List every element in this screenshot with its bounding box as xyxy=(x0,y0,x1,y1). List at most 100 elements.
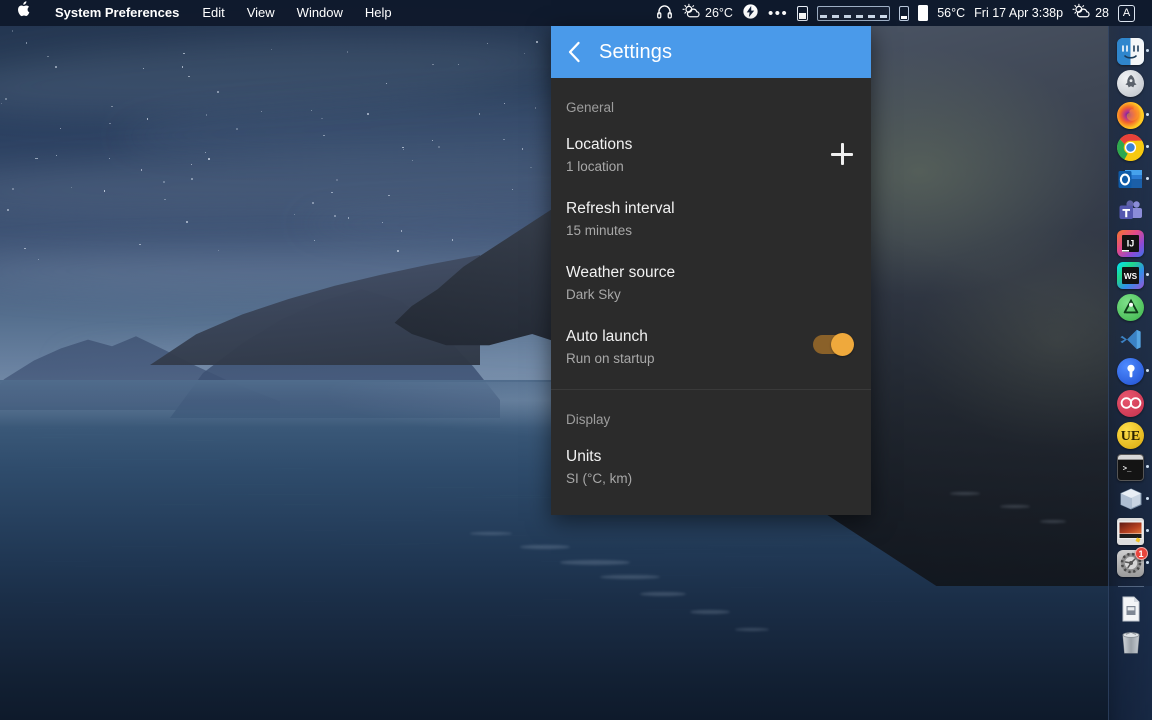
dock-item-virtualbox[interactable] xyxy=(1113,484,1149,514)
dock-item-trash[interactable] xyxy=(1113,626,1149,656)
ripple xyxy=(170,440,231,441)
star xyxy=(185,220,188,223)
ripple xyxy=(420,682,476,683)
star xyxy=(438,146,440,148)
apple-menu-icon[interactable] xyxy=(0,0,43,26)
settings-row-weather-source[interactable]: Weather source Dark Sky xyxy=(551,251,871,315)
menu-item-system-preferences[interactable]: System Preferences xyxy=(43,0,191,26)
ripple xyxy=(729,636,891,637)
dock-item-chrome[interactable] xyxy=(1113,132,1149,162)
svg-text:WS: WS xyxy=(1124,271,1138,280)
menubar-clock[interactable]: Fri 17 Apr 3:38p xyxy=(974,6,1063,20)
back-chevron-icon[interactable] xyxy=(563,41,585,63)
settings-row-auto-launch[interactable]: Auto launch Run on startup xyxy=(551,315,871,379)
row-subtitle: 1 location xyxy=(566,159,624,174)
ripple xyxy=(520,638,592,639)
input-source-indicator[interactable]: A xyxy=(1118,4,1135,22)
star xyxy=(111,105,113,107)
menu-item-view[interactable]: View xyxy=(236,0,286,26)
dock-item-terminal[interactable]: >_ xyxy=(1113,452,1149,482)
ripple xyxy=(537,698,619,699)
menubar-overflow-icon[interactable]: ••• xyxy=(768,6,788,21)
settings-row-refresh-interval[interactable]: Refresh interval 15 minutes xyxy=(551,187,871,251)
star xyxy=(25,42,27,44)
dock-item-document[interactable] xyxy=(1113,594,1149,624)
ripple xyxy=(171,416,379,417)
notification-badge: 1 xyxy=(1134,547,1148,560)
settings-row-units[interactable]: Units SI (°C, km) xyxy=(551,435,871,499)
ripple xyxy=(609,553,796,554)
row-title: Auto launch xyxy=(566,328,648,345)
star xyxy=(7,209,9,211)
dock-item-teams[interactable] xyxy=(1113,196,1149,226)
star xyxy=(451,239,453,241)
star xyxy=(397,250,399,252)
panel-bottom-padding xyxy=(551,499,871,515)
menu-item-edit[interactable]: Edit xyxy=(191,0,235,26)
foam xyxy=(560,560,630,565)
foam xyxy=(1000,505,1030,508)
menu-item-help[interactable]: Help xyxy=(354,0,403,26)
menu-bar-left: System Preferences Edit View Window Help xyxy=(0,0,403,26)
dock: IJ WS UE >_ 1 xyxy=(1108,26,1152,720)
dock-item-finder[interactable] xyxy=(1113,36,1149,66)
dock-item-outlook[interactable] xyxy=(1113,164,1149,194)
dock-item-ultraedit[interactable]: UE xyxy=(1113,420,1149,450)
dock-item-parallels[interactable] xyxy=(1113,516,1149,546)
star xyxy=(217,91,219,93)
auto-launch-toggle[interactable] xyxy=(813,333,854,356)
dock-item-firefox[interactable] xyxy=(1113,100,1149,130)
star xyxy=(181,66,183,68)
dock-item-intellij[interactable]: IJ xyxy=(1113,228,1149,258)
star xyxy=(311,202,314,205)
dock-item-webstorm[interactable]: WS xyxy=(1113,260,1149,290)
lightning-bolt-icon[interactable] xyxy=(742,3,759,23)
star xyxy=(321,117,323,119)
battery-wide-icon[interactable] xyxy=(817,5,891,21)
foam xyxy=(600,575,660,579)
row-title: Refresh interval xyxy=(566,200,675,217)
ripple xyxy=(464,535,552,536)
row-subtitle: 15 minutes xyxy=(566,223,633,238)
foam xyxy=(690,610,730,614)
dock-item-launchpad[interactable] xyxy=(1113,68,1149,98)
settings-panel-header: Settings xyxy=(551,26,871,78)
row-title: Locations xyxy=(566,136,633,153)
running-indicator xyxy=(1145,497,1149,500)
battery-small-icon[interactable] xyxy=(797,5,809,21)
ripple xyxy=(597,609,764,610)
row-title: Weather source xyxy=(566,264,676,281)
running-indicator xyxy=(1145,273,1149,276)
star xyxy=(11,187,14,190)
dock-item-system-preferences[interactable]: 1 xyxy=(1113,547,1149,578)
ripple xyxy=(919,702,1046,703)
menu-item-window[interactable]: Window xyxy=(286,0,354,26)
ripple xyxy=(283,530,358,531)
running-indicator xyxy=(1145,49,1149,52)
ripple xyxy=(288,601,340,602)
star xyxy=(347,217,349,219)
dock-item-onepassword[interactable] xyxy=(1113,356,1149,386)
menubar-cpu-temp[interactable]: 56°C xyxy=(937,6,965,20)
running-indicator xyxy=(1145,529,1149,532)
running-indicator xyxy=(1145,145,1149,148)
add-location-plus-icon[interactable] xyxy=(831,143,853,165)
settings-row-locations[interactable]: Locations 1 location xyxy=(551,123,871,187)
dock-item-android-studio[interactable] xyxy=(1113,292,1149,322)
running-indicator xyxy=(1145,561,1149,564)
foam xyxy=(950,492,980,495)
foam xyxy=(470,532,512,535)
dock-item-ringcentral[interactable] xyxy=(1113,388,1149,418)
running-indicator xyxy=(1145,369,1149,372)
headphones-icon[interactable] xyxy=(656,3,673,23)
menubar-weather-widget[interactable]: 26°C xyxy=(682,3,733,23)
battery-solid-icon[interactable] xyxy=(918,5,929,21)
dock-item-vscode[interactable] xyxy=(1113,324,1149,354)
section-header-general: General xyxy=(566,100,615,115)
dock-divider xyxy=(1117,586,1144,587)
sun-behind-cloud-icon xyxy=(682,3,701,23)
menubar-weather-widget-2[interactable]: 28 xyxy=(1072,3,1109,23)
battery-narrow-icon[interactable] xyxy=(899,5,910,21)
svg-text:IJ: IJ xyxy=(1127,238,1135,248)
star xyxy=(59,127,62,129)
